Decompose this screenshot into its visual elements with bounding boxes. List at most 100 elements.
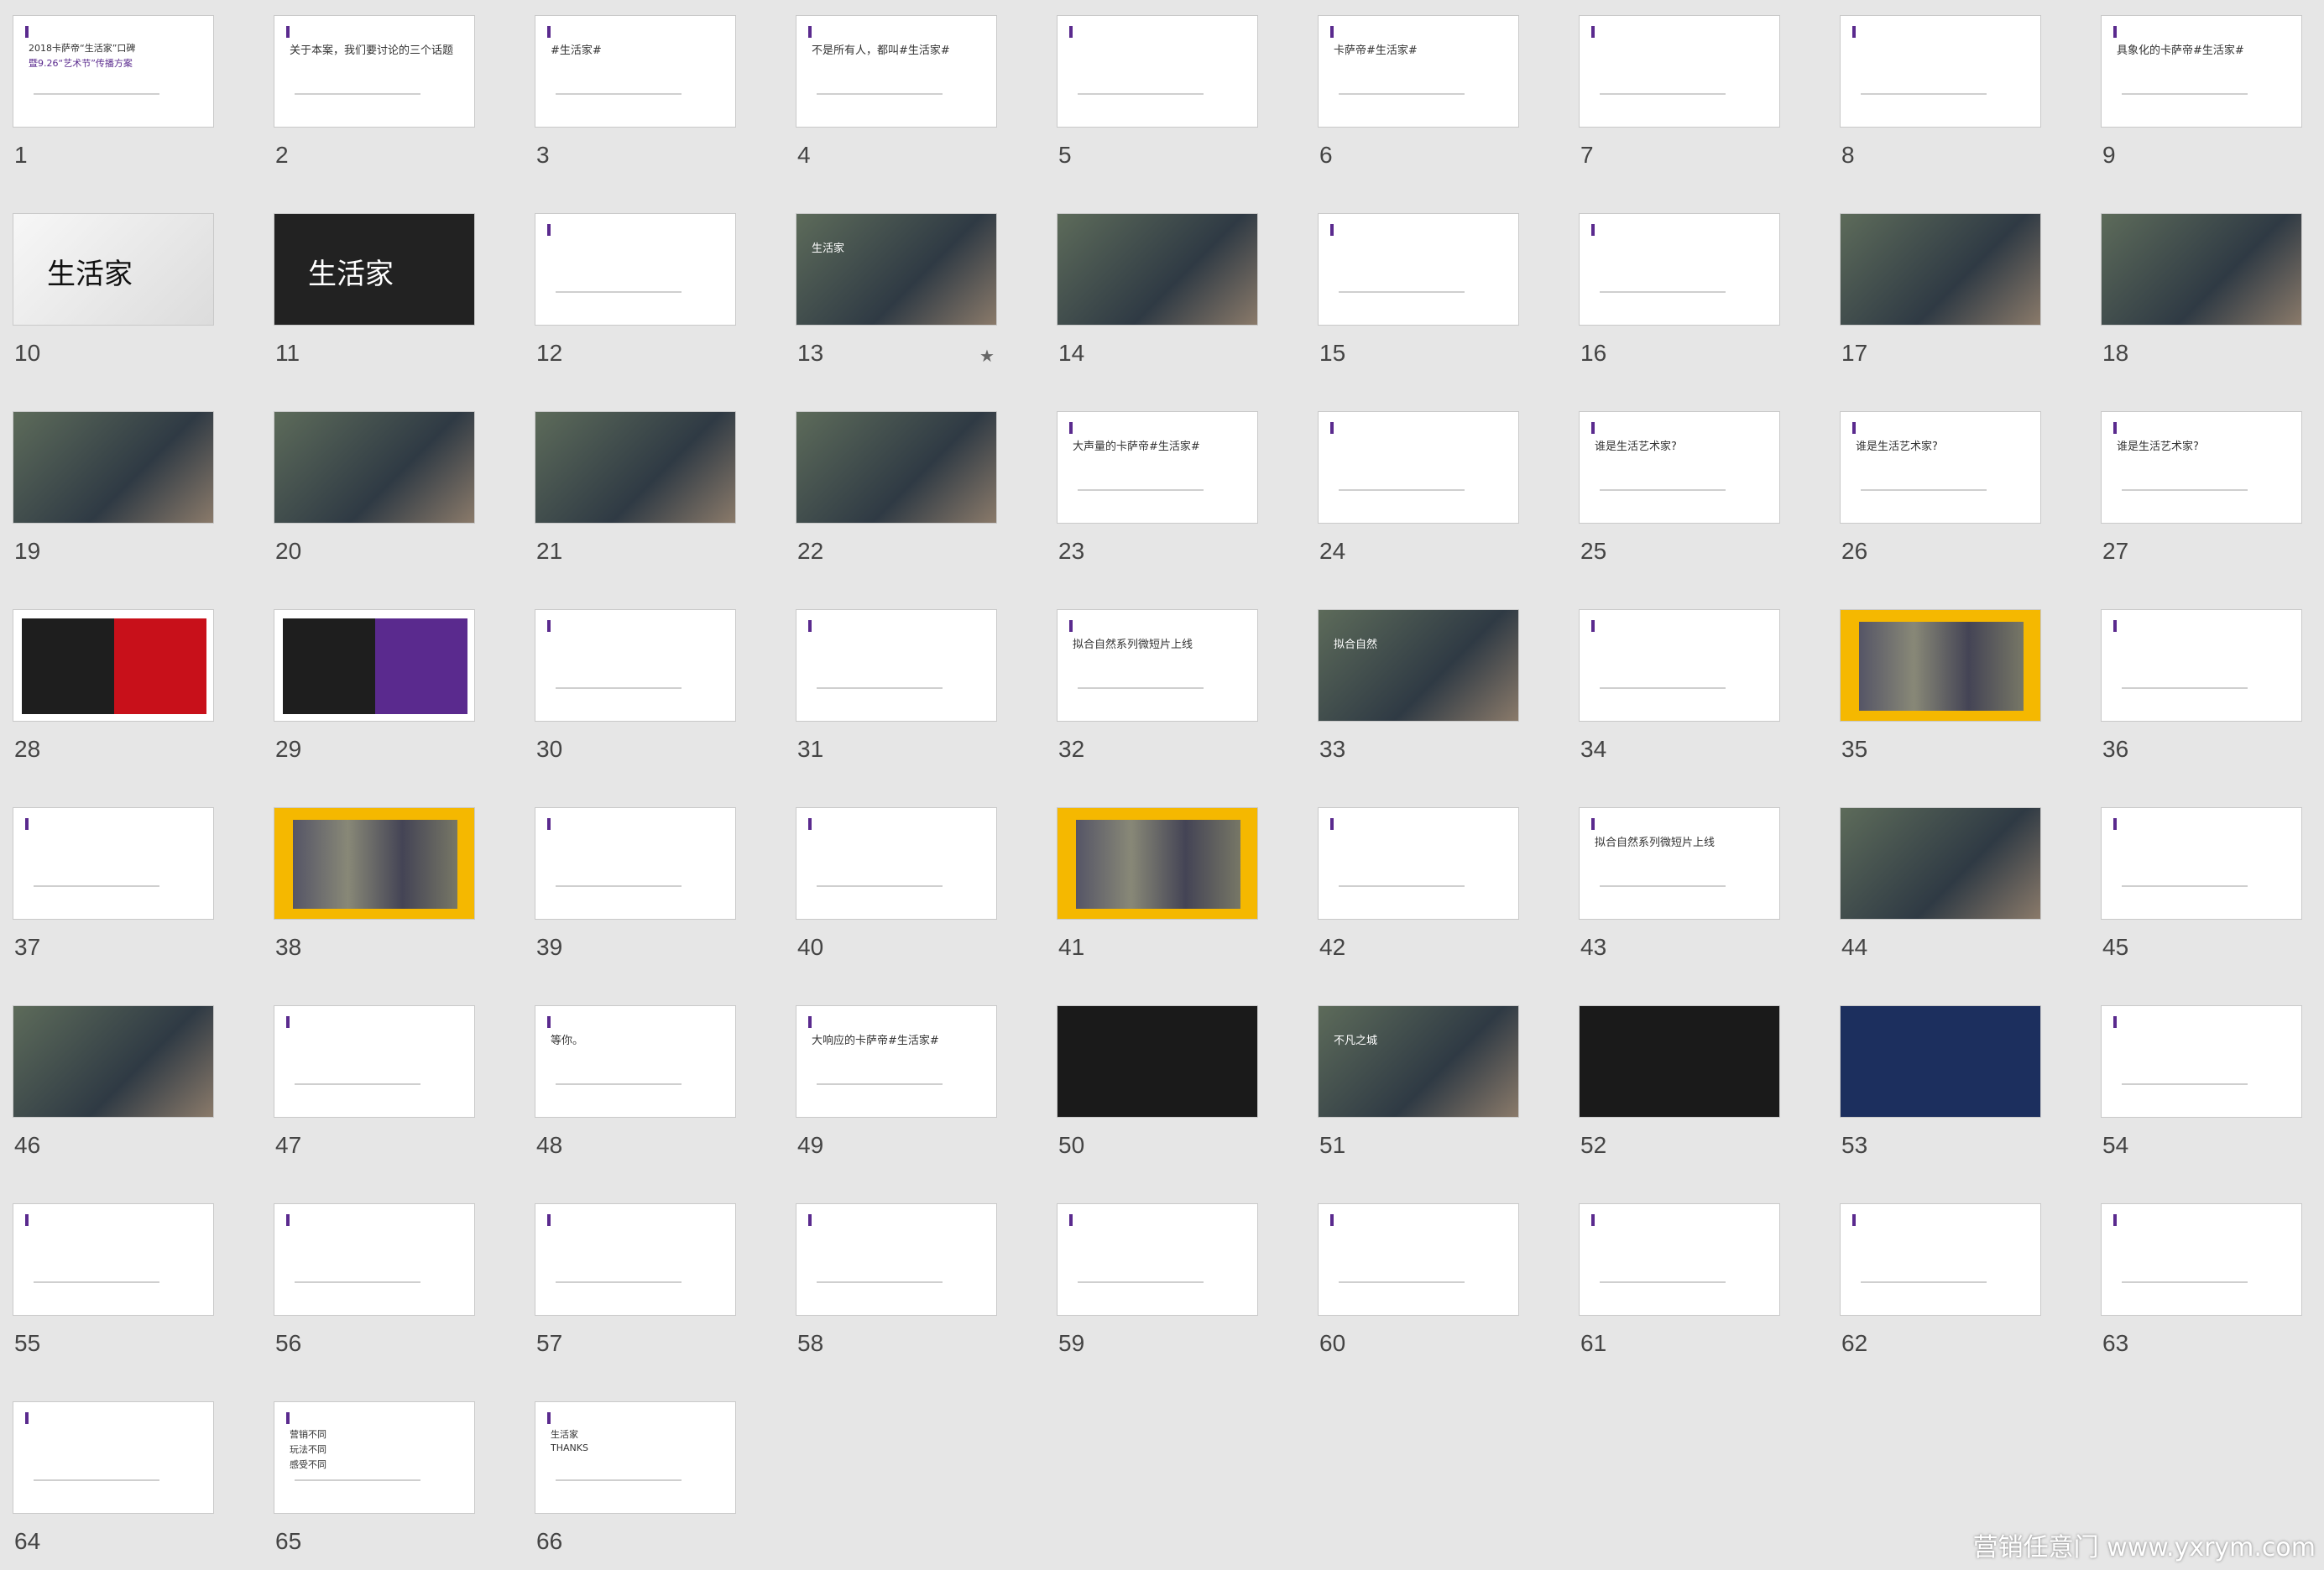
- slide-thumbnail[interactable]: [796, 807, 997, 920]
- slide-thumbnail[interactable]: [1318, 807, 1519, 920]
- slide-thumbnail[interactable]: 谁是生活艺术家?: [1840, 411, 2041, 524]
- photo-collage: [1076, 820, 1240, 909]
- slide-number: 60: [1319, 1330, 1346, 1356]
- slide-thumbnail[interactable]: [1057, 213, 1258, 326]
- slide-text: THANKS: [551, 1442, 588, 1453]
- slide-number: 61: [1580, 1330, 1607, 1356]
- slide-thumbnail[interactable]: [1057, 807, 1258, 920]
- slide-thumbnail[interactable]: [535, 807, 736, 920]
- animation-star-icon: ★: [979, 346, 995, 366]
- slide-thumbnail[interactable]: [1318, 213, 1519, 326]
- slide-thumbnail[interactable]: [1057, 15, 1258, 128]
- slide-thumbnail[interactable]: [13, 609, 214, 722]
- slide-thumbnail[interactable]: [535, 213, 736, 326]
- slide-thumbnail[interactable]: 生活家: [274, 213, 475, 326]
- slide-text: 生活家: [812, 243, 845, 255]
- slide-number: 47: [275, 1132, 302, 1158]
- slide-thumbnail[interactable]: 大声量的卡萨帝#生活家#: [1057, 411, 1258, 524]
- slide-thumbnail[interactable]: [1318, 1203, 1519, 1316]
- slide-number: 2: [275, 142, 289, 168]
- slide-thumbnail[interactable]: [2101, 1005, 2302, 1118]
- slide-cell: 生活家 11: [261, 198, 475, 365]
- slide-thumbnail[interactable]: [274, 609, 475, 722]
- slide-thumbnail[interactable]: [1057, 1203, 1258, 1316]
- slide-thumbnail[interactable]: [1579, 609, 1780, 722]
- slide-thumbnail[interactable]: [1579, 1005, 1780, 1118]
- slide-thumbnail[interactable]: [796, 411, 997, 524]
- slide-thumbnail[interactable]: [13, 1401, 214, 1514]
- slide-thumbnail[interactable]: [1579, 15, 1780, 128]
- slide-thumbnail[interactable]: [1840, 1005, 2041, 1118]
- slide-thumbnail[interactable]: [2101, 1203, 2302, 1316]
- slide-thumbnail[interactable]: [796, 1203, 997, 1316]
- slide-thumbnail[interactable]: #生活家#: [535, 15, 736, 128]
- divider-line: [2122, 1281, 2248, 1283]
- slide-thumbnail[interactable]: [535, 1203, 736, 1316]
- slide-thumbnail[interactable]: [13, 1005, 214, 1118]
- slide-thumbnail[interactable]: [1840, 1203, 2041, 1316]
- slide-thumbnail[interactable]: 大响应的卡萨帝#生活家#: [796, 1005, 997, 1118]
- slide-thumbnail[interactable]: [274, 1005, 475, 1118]
- accent-bar: [2113, 818, 2117, 830]
- slide-cell: 拟合自然系列微短片上线 43: [1566, 792, 1780, 959]
- slide-thumbnail[interactable]: 卡萨帝#生活家#: [1318, 15, 1519, 128]
- slide-thumbnail[interactable]: [1840, 807, 2041, 920]
- slide-thumbnail[interactable]: [1318, 411, 1519, 524]
- slide-cell: 24: [1305, 396, 1519, 563]
- slide-thumbnail[interactable]: [274, 1203, 475, 1316]
- slide-thumbnail[interactable]: [535, 609, 736, 722]
- slide-thumbnail[interactable]: 等你。: [535, 1005, 736, 1118]
- slide-cell: 42: [1305, 792, 1519, 959]
- slide-thumbnail[interactable]: [2101, 807, 2302, 920]
- slide-number: 30: [536, 736, 563, 762]
- slide-text: 生活家: [308, 258, 394, 291]
- slide-thumbnail[interactable]: 不凡之城: [1318, 1005, 1519, 1118]
- slide-thumbnail[interactable]: 谁是生活艺术家?: [2101, 411, 2302, 524]
- slide-thumbnail[interactable]: 2018卡萨帝“生活家”口碑 暨9.26“艺术节”传播方案: [13, 15, 214, 128]
- slide-thumbnail[interactable]: [535, 411, 736, 524]
- slide-thumbnail[interactable]: 谁是生活艺术家?: [1579, 411, 1780, 524]
- slide-thumbnail[interactable]: 营销不同 玩法不同 感受不同: [274, 1401, 475, 1514]
- photo-collage: [293, 820, 457, 909]
- slide-thumbnail[interactable]: [274, 411, 475, 524]
- slide-thumbnail[interactable]: 生活家: [13, 213, 214, 326]
- slide-cell: 58: [783, 1188, 997, 1355]
- slide-thumbnail[interactable]: [796, 609, 997, 722]
- slide-cell: 大响应的卡萨帝#生活家# 49: [783, 990, 997, 1157]
- accent-bar: [1330, 422, 1334, 434]
- slide-number: 41: [1058, 934, 1085, 960]
- slide-thumbnail[interactable]: [1840, 15, 2041, 128]
- slide-thumbnail[interactable]: [2101, 609, 2302, 722]
- accent-bar: [25, 26, 29, 38]
- slide-thumbnail[interactable]: 生活家: [796, 213, 997, 326]
- slide-thumbnail[interactable]: [1057, 1005, 1258, 1118]
- slide-thumbnail[interactable]: 不是所有人，都叫#生活家#: [796, 15, 997, 128]
- slide-number: 10: [14, 340, 41, 366]
- slide-cell: 12: [522, 198, 736, 365]
- accent-bar: [1069, 1214, 1073, 1226]
- slide-thumbnail[interactable]: [13, 807, 214, 920]
- divider-line: [1600, 93, 1726, 95]
- divider-line: [1861, 489, 1987, 491]
- slide-thumbnail[interactable]: [2101, 213, 2302, 326]
- slide-thumbnail[interactable]: 拟合自然系列微短片上线: [1057, 609, 1258, 722]
- slide-thumbnail[interactable]: 拟合自然: [1318, 609, 1519, 722]
- slide-cell: 14: [1044, 198, 1258, 365]
- slide-thumbnail[interactable]: 拟合自然系列微短片上线: [1579, 807, 1780, 920]
- slide-cell: 19: [0, 396, 214, 563]
- slide-thumbnail[interactable]: [274, 807, 475, 920]
- slide-number: 57: [536, 1330, 563, 1356]
- slide-thumbnail[interactable]: [1840, 213, 2041, 326]
- slide-thumbnail[interactable]: 生活家 THANKS: [535, 1401, 736, 1514]
- slide-thumbnail[interactable]: 关于本案，我们要讨论的三个话题: [274, 15, 475, 128]
- divider-line: [817, 885, 943, 887]
- slide-thumbnail[interactable]: [13, 1203, 214, 1316]
- slide-thumbnail[interactable]: [1579, 1203, 1780, 1316]
- slide-thumbnail[interactable]: 具象化的卡萨帝#生活家#: [2101, 15, 2302, 128]
- slide-thumbnail[interactable]: [1840, 609, 2041, 722]
- slide-number: 22: [797, 538, 824, 564]
- slide-thumbnail[interactable]: [1579, 213, 1780, 326]
- slide-number: 16: [1580, 340, 1607, 366]
- slide-thumbnail[interactable]: [13, 411, 214, 524]
- slide-cell: 营销不同 玩法不同 感受不同 65: [261, 1386, 475, 1553]
